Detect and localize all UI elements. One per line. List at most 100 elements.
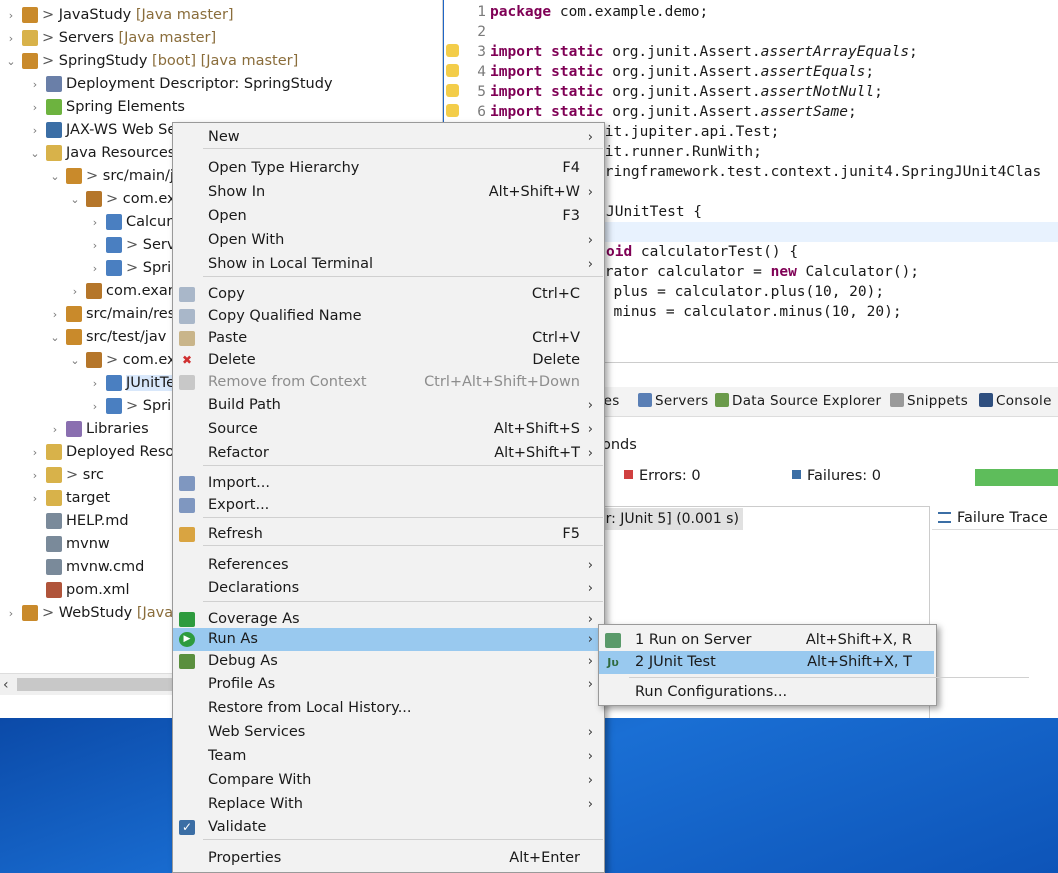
- code-line[interactable]: 1 package com.example.demo;: [444, 2, 1058, 22]
- menu-item-open[interactable]: Open F3: [173, 205, 604, 228]
- tree-item-sprin-1[interactable]: › > Sprin: [88, 257, 180, 280]
- tree-item-libraries[interactable]: › Libraries: [48, 418, 149, 441]
- tree-item-src-main-res[interactable]: › src/main/reso: [48, 303, 184, 326]
- tree-item-deployed-resources[interactable]: › Deployed Resou: [28, 441, 183, 464]
- chevron-right-icon[interactable]: ›: [48, 418, 62, 441]
- menu-item-run-on-server[interactable]: 1 Run on Server Alt+Shift+X, R: [599, 629, 934, 652]
- tab-snippets[interactable]: Snippets: [890, 393, 968, 409]
- chevron-right-icon[interactable]: ›: [4, 4, 18, 27]
- menu-item-open-type-hierarchy[interactable]: Open Type Hierarchy F4: [173, 157, 604, 180]
- tree-item-spring-elements[interactable]: › Spring Elements: [28, 96, 185, 119]
- chevron-right-icon[interactable]: ›: [88, 234, 102, 257]
- menu-item-replace-with[interactable]: Replace With ›: [173, 793, 604, 816]
- menu-item-team[interactable]: Team ›: [173, 745, 604, 768]
- tree-item-target[interactable]: › target: [28, 487, 110, 510]
- menu-item-debug-as[interactable]: Debug As ›: [173, 650, 604, 673]
- tree-item-src[interactable]: › > src: [28, 464, 104, 487]
- warning-marker-icon[interactable]: [446, 104, 459, 117]
- menu-item-refresh[interactable]: Refresh F5: [173, 523, 604, 546]
- tree-item-pom-xml[interactable]: pom.xml: [28, 579, 130, 602]
- tree-item-servers[interactable]: › > Servers [Java master]: [4, 27, 216, 50]
- chevron-right-icon[interactable]: ›: [88, 372, 102, 395]
- warning-marker-icon[interactable]: [446, 44, 459, 57]
- chevron-right-icon[interactable]: ›: [68, 280, 82, 303]
- menu-item-copy[interactable]: Copy Ctrl+C: [173, 283, 604, 306]
- tree-item-help-md[interactable]: HELP.md: [28, 510, 129, 533]
- tab-data-source-explorer[interactable]: Data Source Explorer: [715, 393, 881, 409]
- chevron-right-icon[interactable]: ›: [28, 487, 42, 510]
- test-runner-row[interactable]: er: JUnit 5] (0.001 s): [593, 508, 743, 530]
- chevron-right-icon[interactable]: ›: [88, 257, 102, 280]
- chevron-right-icon[interactable]: ›: [48, 303, 62, 326]
- chevron-down-icon[interactable]: ⌄: [68, 188, 82, 211]
- code-line[interactable]: 3 import static org.junit.Assert.assertAr…: [444, 42, 1058, 62]
- menu-item-references[interactable]: References ›: [173, 554, 604, 577]
- chevron-right-icon[interactable]: ›: [4, 602, 18, 625]
- chevron-right-icon[interactable]: ›: [88, 211, 102, 234]
- tree-item-calcura[interactable]: › Calcura: [88, 211, 181, 234]
- tree-item-sprin-2[interactable]: › > Sprin: [88, 395, 180, 418]
- chevron-down-icon[interactable]: ⌄: [48, 165, 62, 188]
- warning-marker-icon[interactable]: [446, 64, 459, 77]
- menu-item-restore-local-history[interactable]: Restore from Local History...: [173, 697, 604, 720]
- tree-item-mvnw[interactable]: mvnw: [28, 533, 110, 556]
- menu-item-paste[interactable]: Paste Ctrl+V: [173, 327, 604, 350]
- menu-item-refactor[interactable]: Refactor Alt+Shift+T ›: [173, 442, 604, 465]
- tree-item-com-exa-2[interactable]: ⌄ > com.exa: [68, 349, 184, 372]
- menu-item-open-with[interactable]: Open With ›: [173, 229, 604, 252]
- tree-item-junittest[interactable]: › JUnitTe: [88, 372, 176, 395]
- tree-item-deploy-desc[interactable]: › Deployment Descriptor: SpringStudy: [28, 73, 333, 96]
- code-line[interactable]: 5 import static org.junit.Assert.assertNo…: [444, 82, 1058, 102]
- chevron-right-icon[interactable]: ›: [28, 73, 42, 96]
- tree-item-javastudy[interactable]: › > JavaStudy [Java master]: [4, 4, 234, 27]
- menu-item-junit-test[interactable]: Jυ 2 JUnit Test Alt+Shift+X, T: [599, 651, 934, 674]
- chevron-right-icon[interactable]: ›: [4, 27, 18, 50]
- tree-item-com-exa-1[interactable]: ⌄ > com.exa: [68, 188, 184, 211]
- chevron-down-icon[interactable]: ⌄: [4, 50, 18, 73]
- chevron-right-icon[interactable]: ›: [28, 441, 42, 464]
- menu-item-run-configurations[interactable]: Run Configurations...: [599, 681, 934, 704]
- tree-item-src-test-java[interactable]: ⌄ src/test/jav: [48, 326, 166, 349]
- submenu-arrow-icon: ›: [587, 446, 593, 461]
- menu-item-compare-with[interactable]: Compare With ›: [173, 769, 604, 792]
- menu-item-run-as[interactable]: ▶ Run As ›: [173, 628, 604, 651]
- code-line[interactable]: 6 import static org.junit.Assert.assertSa…: [444, 102, 1058, 122]
- warning-marker-icon[interactable]: [446, 84, 459, 97]
- tree-item-servl[interactable]: › > Servl: [88, 234, 179, 257]
- tree-item-mvnw-cmd[interactable]: mvnw.cmd: [28, 556, 144, 579]
- tree-item-webstudy[interactable]: › > WebStudy [Java: [4, 602, 173, 625]
- chevron-down-icon[interactable]: ⌄: [48, 326, 62, 349]
- menu-item-validate[interactable]: ✓ Validate: [173, 816, 604, 839]
- code-line[interactable]: 2: [444, 22, 1058, 42]
- scroll-left-icon[interactable]: ‹: [3, 674, 9, 696]
- menu-item-delete[interactable]: ✖ Delete Delete: [173, 349, 604, 372]
- menu-item-import[interactable]: Import...: [173, 472, 604, 495]
- tree-item-src-main-java[interactable]: ⌄ > src/main/ja: [48, 165, 183, 188]
- tree-item-com-exam[interactable]: › com.exam: [68, 280, 182, 303]
- chevron-down-icon[interactable]: ⌄: [68, 349, 82, 372]
- chevron-right-icon[interactable]: ›: [28, 119, 42, 142]
- menu-item-profile-as[interactable]: Profile As ›: [173, 673, 604, 696]
- menu-item-export[interactable]: Export...: [173, 494, 604, 517]
- menu-item-source[interactable]: Source Alt+Shift+S ›: [173, 418, 604, 441]
- chevron-right-icon[interactable]: ›: [88, 395, 102, 418]
- menu-item-build-path[interactable]: Build Path ›: [173, 394, 604, 417]
- tree-item-springstudy[interactable]: ⌄ > SpringStudy [boot] [Java master]: [4, 50, 298, 73]
- menu-item-declarations[interactable]: Declarations ›: [173, 577, 604, 600]
- chevron-right-icon[interactable]: ›: [28, 96, 42, 119]
- menu-item-copy-qualified-name[interactable]: Copy Qualified Name: [173, 305, 604, 328]
- tree-item-jaxws[interactable]: › JAX-WS Web Se: [28, 119, 176, 142]
- menu-item-web-services[interactable]: Web Services ›: [173, 721, 604, 744]
- chevron-right-icon[interactable]: ›: [28, 464, 42, 487]
- submenu-arrow-icon: ›: [587, 725, 593, 740]
- scrollbar-thumb[interactable]: [17, 678, 177, 691]
- menu-item-show-in[interactable]: Show In Alt+Shift+W ›: [173, 181, 604, 204]
- menu-item-properties[interactable]: Properties Alt+Enter: [173, 847, 604, 870]
- tab-console[interactable]: Console: [979, 393, 1052, 409]
- menu-item-new[interactable]: New ›: [173, 126, 604, 149]
- tab-servers[interactable]: Servers: [638, 393, 708, 409]
- code-line[interactable]: 4 import static org.junit.Assert.assertEq…: [444, 62, 1058, 82]
- chevron-down-icon[interactable]: ⌄: [28, 142, 42, 165]
- tree-item-java-resources[interactable]: ⌄ Java Resources: [28, 142, 175, 165]
- menu-item-show-in-local-terminal[interactable]: Show in Local Terminal ›: [173, 253, 604, 276]
